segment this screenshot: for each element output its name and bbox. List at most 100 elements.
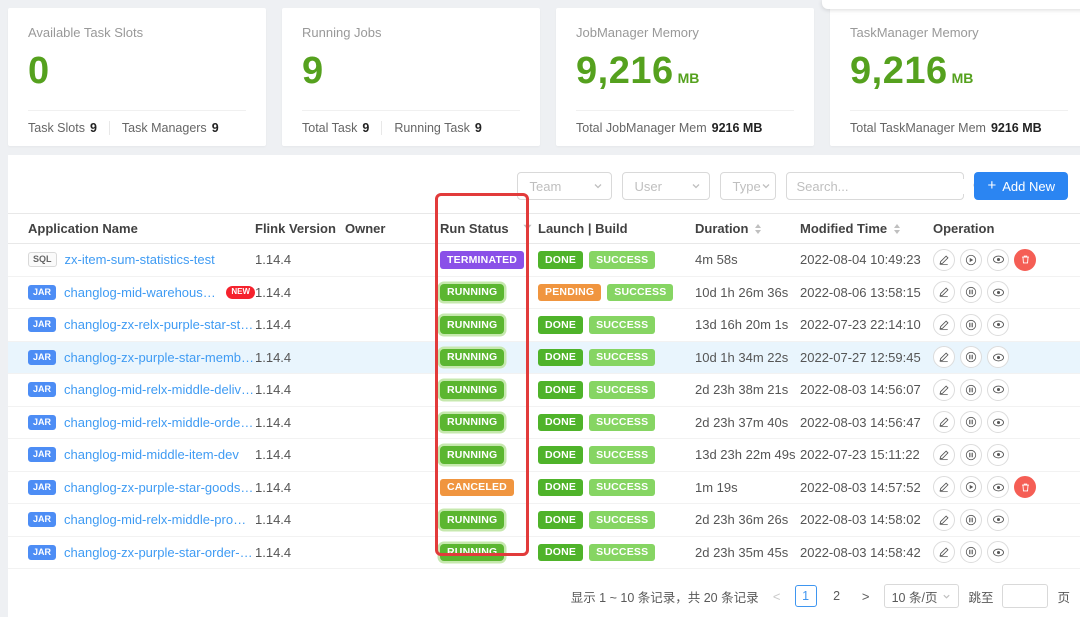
cancel-button[interactable] — [960, 346, 982, 368]
run-status-badge: RUNNING — [440, 349, 504, 367]
sort-carets-icon[interactable] — [755, 224, 761, 234]
table-row[interactable]: JAR changlog-mid-warehouse-dev NEW 1.14.… — [8, 277, 1080, 310]
application-name-link[interactable]: changlog-zx-purple-star-goods-dev — [64, 480, 255, 495]
next-page-button[interactable]: > — [857, 589, 875, 604]
application-name-link[interactable]: changlog-mid-relx-middle-deliver-dev — [64, 382, 255, 397]
table-row[interactable]: JAR changlog-mid-relx-middle-promotion-d… — [8, 504, 1080, 537]
run-status-badge: RUNNING — [440, 446, 504, 464]
detail-button[interactable] — [987, 249, 1009, 271]
modified-time-cell: 2022-07-27 12:59:45 — [800, 350, 933, 365]
stat-footer-label: Running Task — [394, 121, 470, 135]
search-input[interactable] — [796, 179, 972, 194]
stat-footer-value: 9 — [362, 121, 369, 135]
chevron-down-icon — [761, 181, 771, 191]
page-button-2[interactable]: 2 — [826, 585, 848, 607]
stat-footer-item: Total Task9 — [302, 121, 369, 135]
column-owner: Owner — [345, 221, 440, 236]
delete-button[interactable] — [1014, 476, 1036, 498]
jump-to-page-input[interactable] — [1002, 584, 1048, 608]
table-row[interactable]: JAR changlog-mid-relx-middle-deliver-dev… — [8, 374, 1080, 407]
detail-button[interactable] — [987, 541, 1009, 563]
page-size-value: 10 条/页 — [892, 587, 938, 606]
detail-button[interactable] — [987, 444, 1009, 466]
table-row[interactable]: JAR changlog-zx-purple-star-order-dev 1.… — [8, 537, 1080, 570]
edit-button[interactable] — [933, 476, 955, 498]
stat-footer-label: Task Slots — [28, 121, 85, 135]
stat-footer-value: 9 — [475, 121, 482, 135]
detail-button[interactable] — [987, 411, 1009, 433]
add-new-button[interactable]: + Add New — [974, 172, 1068, 200]
cancel-button[interactable] — [960, 541, 982, 563]
cancel-button[interactable] — [960, 509, 982, 531]
detail-button[interactable] — [987, 346, 1009, 368]
column-modified-time[interactable]: Modified Time — [800, 221, 933, 236]
app-type-tag: JAR — [28, 545, 56, 560]
cancel-button[interactable] — [960, 314, 982, 336]
edit-button[interactable] — [933, 314, 955, 336]
duration-cell: 4m 58s — [695, 252, 800, 267]
type-select[interactable]: Type — [720, 172, 776, 200]
application-name-link[interactable]: changlog-zx-purple-star-member-dev — [64, 350, 255, 365]
new-badge: NEW — [226, 286, 255, 299]
application-name-link[interactable]: changlog-mid-middle-item-dev — [64, 447, 239, 462]
stat-value: 9,216 — [576, 52, 674, 90]
flink-dashboard: Available Task Slots 0 Task Slots9Task M… — [0, 0, 1080, 617]
stat-footer: Total Task9 Running Task 9 — [302, 110, 520, 135]
user-select[interactable]: User — [622, 172, 710, 200]
start-button[interactable] — [960, 249, 982, 271]
edit-button[interactable] — [933, 509, 955, 531]
application-name-link[interactable]: changlog-mid-relx-middle-order-dev — [64, 415, 255, 430]
edit-button[interactable] — [933, 444, 955, 466]
cancel-button[interactable] — [960, 411, 982, 433]
edit-button[interactable] — [933, 411, 955, 433]
run-status-badge: RUNNING — [440, 381, 504, 399]
cancel-icon — [965, 449, 977, 461]
launch-status-badge: DONE — [538, 511, 583, 529]
edit-button[interactable] — [933, 249, 955, 271]
cancel-button[interactable] — [960, 379, 982, 401]
launch-status-badge: DONE — [538, 316, 583, 334]
application-name-link[interactable]: changlog-mid-warehouse-dev — [64, 285, 218, 300]
column-duration[interactable]: Duration — [695, 221, 800, 236]
table-row[interactable]: JAR changlog-zx-purple-star-member-dev 1… — [8, 342, 1080, 375]
detail-button[interactable] — [987, 314, 1009, 336]
stat-footer-value: 9216 MB — [991, 121, 1042, 135]
team-select[interactable]: Team — [517, 172, 612, 200]
app-type-tag: SQL — [28, 252, 57, 267]
edit-button[interactable] — [933, 281, 955, 303]
run-status-badge: RUNNING — [440, 284, 504, 302]
table-row[interactable]: JAR changlog-zx-purple-star-goods-dev 1.… — [8, 472, 1080, 505]
build-status-badge: SUCCESS — [589, 316, 655, 334]
edit-button[interactable] — [933, 346, 955, 368]
run-status-badge: CANCELED — [440, 479, 514, 497]
edit-button[interactable] — [933, 541, 955, 563]
application-name-link[interactable]: changlog-zx-purple-star-order-dev — [64, 545, 255, 560]
detail-button[interactable] — [987, 379, 1009, 401]
table-row[interactable]: JAR changlog-mid-middle-item-dev 1.14.4 … — [8, 439, 1080, 472]
operation-buttons — [933, 379, 1080, 401]
sort-carets-icon[interactable] — [894, 224, 900, 234]
edit-button[interactable] — [933, 379, 955, 401]
application-name-link[interactable]: changlog-mid-relx-middle-promotion-dev — [64, 512, 255, 527]
cancel-button[interactable] — [960, 444, 982, 466]
start-button[interactable] — [960, 476, 982, 498]
table-row[interactable]: JAR changlog-zx-relx-purple-star-store-d… — [8, 309, 1080, 342]
table-row[interactable]: SQL zx-item-sum-statistics-test 1.14.4 T… — [8, 244, 1080, 277]
start-icon — [965, 254, 977, 266]
detail-button[interactable] — [987, 476, 1009, 498]
stat-footer-value: 9 — [90, 121, 97, 135]
table-row[interactable]: JAR changlog-mid-relx-middle-order-dev 1… — [8, 407, 1080, 440]
prev-page-button[interactable]: < — [768, 589, 786, 604]
application-name-link[interactable]: changlog-zx-relx-purple-star-store-dev — [64, 317, 255, 332]
flink-version-cell: 1.14.4 — [255, 512, 345, 527]
cancel-button[interactable] — [960, 281, 982, 303]
page-button-1[interactable]: 1 — [795, 585, 817, 607]
application-name-link[interactable]: zx-item-sum-statistics-test — [65, 252, 215, 267]
delete-button[interactable] — [1014, 249, 1036, 271]
launch-status-badge: DONE — [538, 414, 583, 432]
detail-icon — [992, 351, 1005, 364]
filter-funnel-icon[interactable] — [522, 223, 533, 234]
detail-button[interactable] — [987, 509, 1009, 531]
page-size-select[interactable]: 10 条/页 — [884, 584, 960, 608]
detail-button[interactable] — [987, 281, 1009, 303]
